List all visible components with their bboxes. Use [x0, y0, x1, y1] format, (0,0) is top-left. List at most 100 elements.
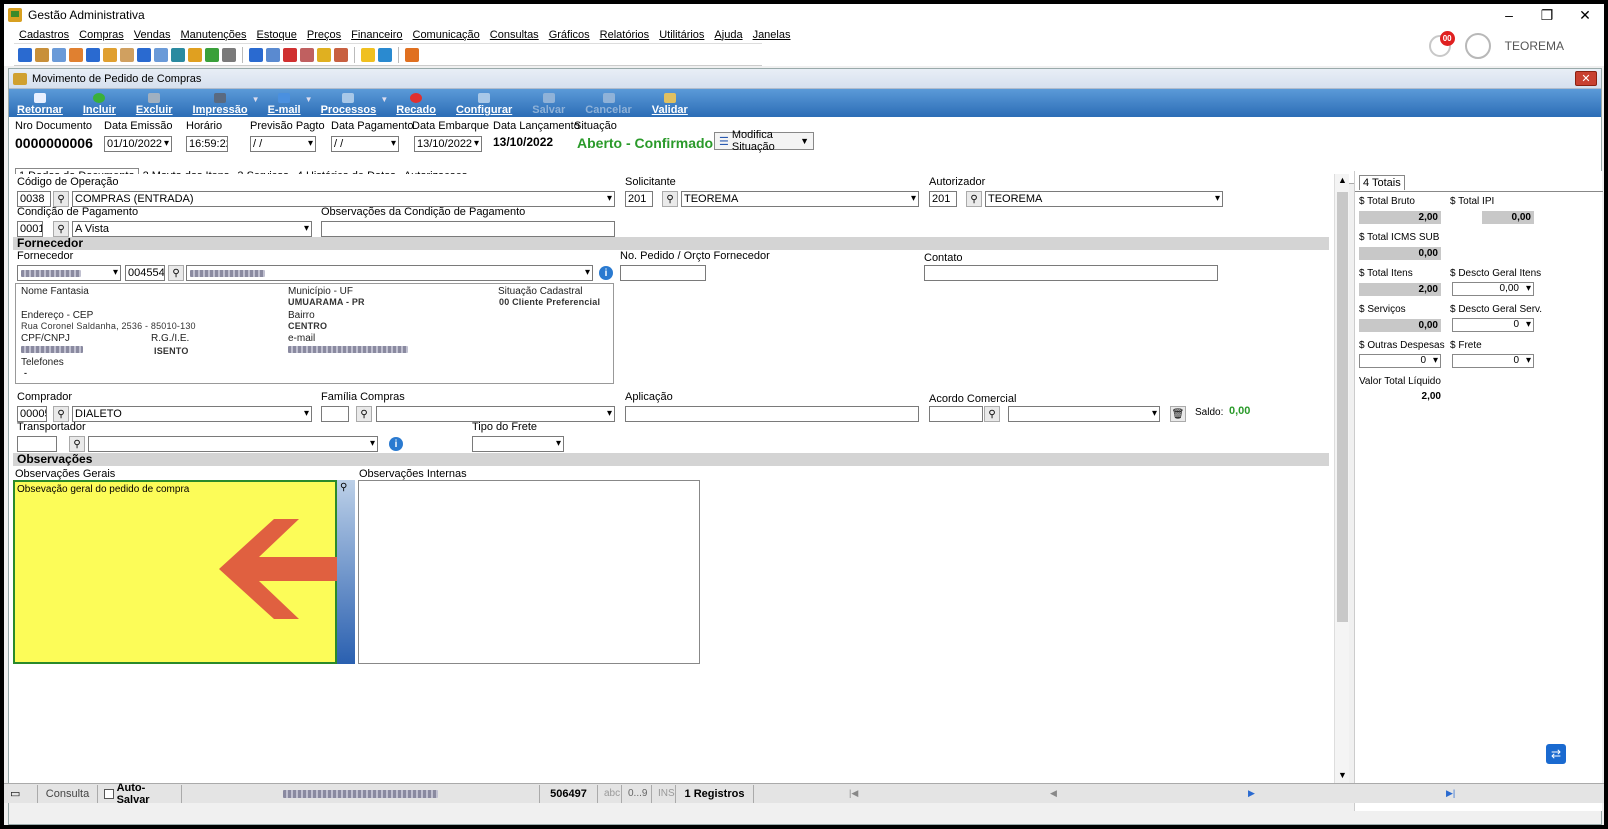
maximize-button[interactable]: ❐	[1528, 4, 1566, 26]
aplicacao-field[interactable]	[625, 406, 919, 422]
fornecedor-code[interactable]: 0045541	[125, 265, 165, 281]
search-icon[interactable]: ⚲	[984, 406, 1000, 422]
contato-field[interactable]	[924, 265, 1218, 281]
menu-relatorios[interactable]: Relatórios	[600, 29, 650, 41]
menu-precos[interactable]: Preços	[307, 29, 341, 41]
search-icon[interactable]: ⚲	[53, 221, 69, 237]
chart-icon[interactable]	[69, 47, 83, 62]
familia-code[interactable]	[321, 406, 349, 422]
no-pedido-field[interactable]	[620, 265, 706, 281]
prev-record-icon[interactable]: ◀	[1050, 788, 1057, 799]
salvar-button[interactable]: Salvar	[532, 93, 565, 117]
folder-icon[interactable]	[188, 47, 202, 62]
tab-totais[interactable]: 4 Totais	[1359, 175, 1405, 190]
window-icon[interactable]	[154, 47, 168, 62]
obs-internas-textarea[interactable]	[358, 480, 700, 664]
search-icon[interactable]: ⚲	[53, 406, 69, 422]
transportador-select[interactable]	[88, 436, 378, 452]
calculator-icon[interactable]	[266, 47, 280, 62]
autorizador-select[interactable]: TEOREMA	[985, 191, 1223, 207]
outras-despesas-field[interactable]: 0	[1359, 354, 1441, 368]
info-icon[interactable]: i	[389, 437, 403, 451]
search-icon[interactable]: ⚲	[662, 191, 678, 207]
search-icon[interactable]: ⚲	[69, 436, 85, 452]
mail-icon[interactable]	[300, 47, 314, 62]
descto-geral-serv-field[interactable]: 0	[1452, 318, 1534, 332]
card-icon[interactable]	[52, 47, 66, 62]
data-pagamento-field[interactable]: / /	[331, 136, 399, 152]
smiley-icon[interactable]	[317, 47, 331, 62]
chevron-down-icon[interactable]: ▼	[1338, 770, 1347, 780]
truck-icon[interactable]	[205, 47, 219, 62]
menu-graficos[interactable]: Gráficos	[549, 29, 590, 41]
solicitante-select[interactable]: TEOREMA	[681, 191, 919, 207]
frete-field[interactable]: 0	[1452, 354, 1534, 368]
chevron-up-icon[interactable]: ▲	[1338, 175, 1347, 185]
validar-button[interactable]: Validar	[652, 93, 688, 117]
child-close-button[interactable]: ✕	[1575, 71, 1597, 86]
previsao-pagto-field[interactable]: / /	[250, 136, 316, 152]
export-icon[interactable]	[378, 47, 392, 62]
data-emissao-field[interactable]: 01/10/2022	[104, 136, 172, 152]
data-embarque-field[interactable]: 13/10/2022	[414, 136, 482, 152]
retornar-button[interactable]: Retornar	[17, 93, 63, 117]
impressao-button[interactable]: Impressão ▼	[193, 93, 260, 117]
search-icon[interactable]: ⚲	[53, 191, 69, 207]
auto-salvar-checkbox[interactable]: Auto-Salvar	[98, 782, 182, 806]
chevron-down-icon[interactable]: ▼	[380, 95, 388, 104]
recado-button[interactable]: Recado	[396, 93, 436, 117]
codigo-operacao-select[interactable]: COMPRAS (ENTRADA)	[72, 191, 615, 207]
power-icon[interactable]	[405, 47, 419, 62]
acordo-select[interactable]	[1008, 406, 1160, 422]
excluir-button[interactable]: Excluir	[136, 93, 173, 117]
descto-geral-itens-field[interactable]: 0,00	[1452, 282, 1534, 296]
document-icon[interactable]	[249, 47, 263, 62]
trash-icon[interactable]: 🗑	[1170, 406, 1186, 422]
fornecedor-doc-select[interactable]	[17, 265, 121, 281]
first-record-icon[interactable]: |◀	[849, 788, 858, 799]
user-icon[interactable]	[120, 47, 134, 62]
search-icon[interactable]: ⚲	[356, 406, 372, 422]
modifica-situacao-button[interactable]: ☰ Modifica Situação ▼	[714, 129, 814, 153]
remote-support-icon[interactable]: ⇄	[1546, 744, 1566, 764]
comprador-select[interactable]: DIALETO	[72, 406, 312, 422]
print-icon[interactable]	[222, 47, 236, 62]
menu-utilitarios[interactable]: Utilitários	[659, 29, 704, 41]
menu-ajuda[interactable]: Ajuda	[714, 29, 742, 41]
bell-icon[interactable]: 00	[1428, 31, 1455, 57]
search-icon[interactable]: ⚲	[340, 482, 347, 493]
acordo-code[interactable]	[929, 406, 983, 422]
vertical-scrollbar[interactable]: ▲ ▼	[1334, 174, 1349, 794]
comprador-code[interactable]: 00005	[17, 406, 47, 422]
cancelar-button[interactable]: Cancelar	[585, 93, 632, 117]
menu-cadastros[interactable]: Cadastros	[19, 29, 69, 41]
horario-field[interactable]: 16:59:22	[186, 136, 228, 152]
cart-icon[interactable]	[171, 47, 185, 62]
email-button[interactable]: E-mail ▼	[268, 93, 313, 117]
building-icon[interactable]	[334, 47, 348, 62]
menu-janelas[interactable]: Janelas	[753, 29, 791, 41]
close-button[interactable]: ✕	[1566, 4, 1604, 26]
transportador-code[interactable]	[17, 436, 57, 452]
condicao-pagamento-select[interactable]: A Vista	[72, 221, 312, 237]
codigo-operacao-code[interactable]: 0038	[17, 191, 51, 207]
minimize-button[interactable]: –	[1490, 4, 1528, 26]
scrollbar-thumb[interactable]	[1337, 192, 1348, 622]
menu-compras[interactable]: Compras	[79, 29, 124, 41]
autorizador-code[interactable]: 201	[929, 191, 957, 207]
obs-gerais-textarea[interactable]: Obsevação geral do pedido de compra	[13, 480, 339, 664]
avatar-icon[interactable]	[1464, 33, 1491, 59]
menu-vendas[interactable]: Vendas	[134, 29, 171, 41]
info-icon[interactable]: i	[599, 266, 613, 280]
last-record-icon[interactable]: ▶|	[1446, 788, 1455, 799]
solicitante-code[interactable]: 201	[625, 191, 653, 207]
next-record-icon[interactable]: ▶	[1248, 788, 1255, 799]
keyboard-icon[interactable]: ▭	[4, 784, 38, 803]
menu-consultas[interactable]: Consultas	[490, 29, 539, 41]
tipo-frete-select[interactable]	[472, 436, 564, 452]
menu-comunicacao[interactable]: Comunicação	[413, 29, 480, 41]
search-icon[interactable]: ⚲	[168, 265, 184, 281]
menu-estoque[interactable]: Estoque	[257, 29, 297, 41]
chevron-down-icon[interactable]: ▼	[252, 95, 260, 104]
people-icon[interactable]	[35, 47, 49, 62]
